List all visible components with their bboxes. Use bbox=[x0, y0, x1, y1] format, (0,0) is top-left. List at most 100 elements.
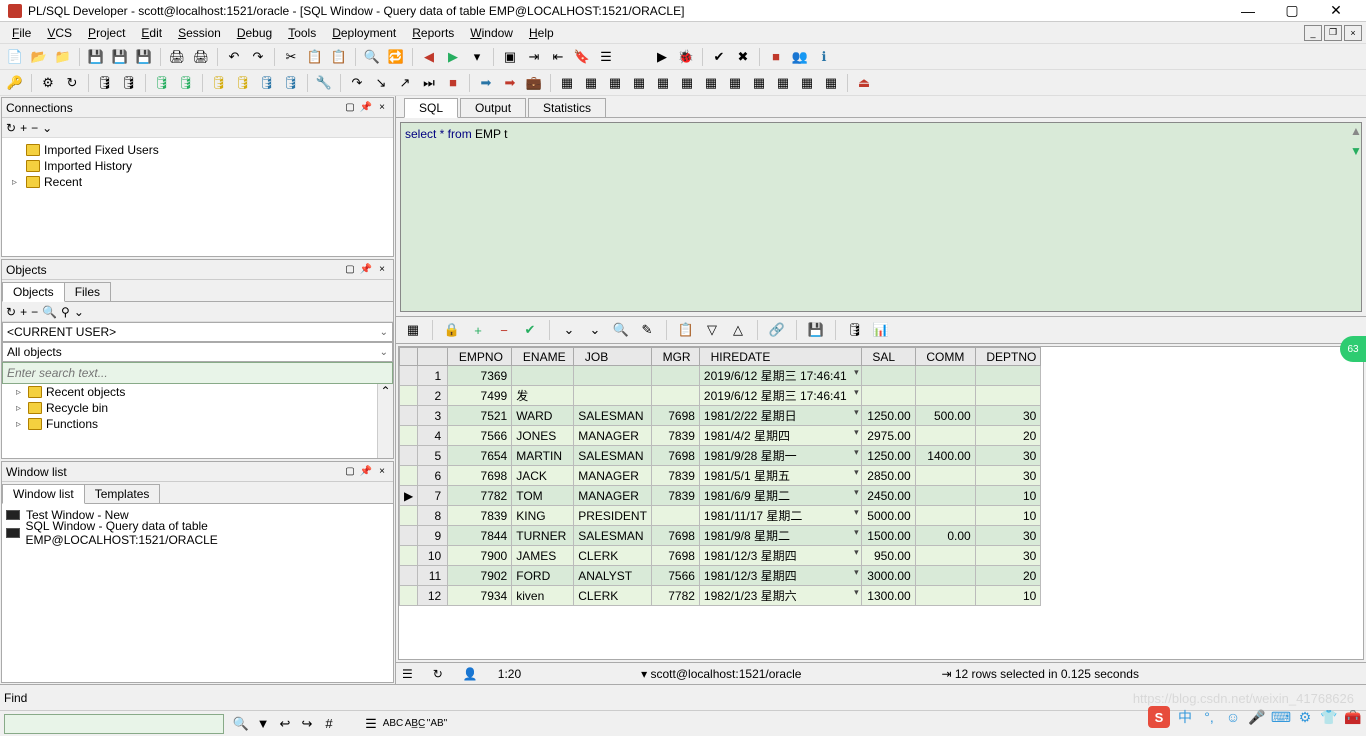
run-red-icon[interactable]: ➡ bbox=[499, 72, 521, 94]
cell-mgr[interactable]: 7698 bbox=[651, 546, 699, 566]
cell-comm[interactable]: 500.00 bbox=[915, 406, 975, 426]
outdent-icon[interactable]: ⇤ bbox=[547, 46, 569, 68]
row-number[interactable]: 9 bbox=[418, 526, 448, 546]
cell-deptno[interactable]: 30 bbox=[975, 526, 1041, 546]
row-indicator[interactable] bbox=[400, 506, 418, 526]
session-icon[interactable]: 👥 bbox=[789, 46, 811, 68]
execute-icon[interactable]: ▶ bbox=[651, 46, 673, 68]
cell-empno[interactable]: 7782 bbox=[448, 486, 512, 506]
grid4-icon[interactable]: ▦ bbox=[628, 72, 650, 94]
replace-icon[interactable]: 🔁 bbox=[385, 46, 407, 68]
conn-refresh-icon[interactable]: ↻ bbox=[6, 121, 16, 135]
mdi-restore-button[interactable]: ❐ bbox=[1324, 25, 1342, 41]
row-number[interactable]: 10 bbox=[418, 546, 448, 566]
col-job[interactable]: JOB bbox=[574, 348, 652, 366]
menu-vcs[interactable]: VCS bbox=[39, 24, 80, 42]
save-as-icon[interactable]: 💾 bbox=[133, 46, 155, 68]
menu-window[interactable]: Window bbox=[462, 24, 521, 42]
find-abc-icon[interactable]: ABC bbox=[382, 713, 404, 735]
search-icon[interactable]: 🔍 bbox=[610, 319, 632, 341]
cell-sal[interactable]: 2850.00 bbox=[861, 466, 915, 486]
cell-empno[interactable]: 7521 bbox=[448, 406, 512, 426]
obj-find-icon[interactable]: 🔍 bbox=[42, 305, 57, 319]
cell-ename[interactable]: TOM bbox=[512, 486, 574, 506]
undo-icon[interactable]: ↶ bbox=[223, 46, 245, 68]
sogou-icon[interactable]: S bbox=[1148, 706, 1170, 728]
row-indicator[interactable] bbox=[400, 366, 418, 386]
cell-sal[interactable]: 1250.00 bbox=[861, 406, 915, 426]
cell-empno[interactable]: 7934 bbox=[448, 586, 512, 606]
cell-job[interactable]: CLERK bbox=[574, 586, 652, 606]
open-icon[interactable]: 📂 bbox=[28, 46, 50, 68]
obj-close-icon[interactable]: × bbox=[375, 263, 389, 277]
row-indicator[interactable] bbox=[400, 426, 418, 446]
cell-ename[interactable]: KING bbox=[512, 506, 574, 526]
menu-file[interactable]: File bbox=[4, 24, 39, 42]
cell-hiredate[interactable]: 1981/4/2 星期四 bbox=[699, 426, 861, 446]
menu-session[interactable]: Session bbox=[170, 24, 229, 42]
find-ab-icon[interactable]: "AB" bbox=[426, 713, 448, 735]
cell-hiredate[interactable]: 1981/2/22 星期日 bbox=[699, 406, 861, 426]
cell-comm[interactable] bbox=[915, 486, 975, 506]
cell-ename[interactable]: FORD bbox=[512, 566, 574, 586]
col-hiredate[interactable]: HIREDATE bbox=[699, 348, 861, 366]
disk-blue2-icon[interactable]: 🛢 bbox=[280, 72, 302, 94]
copy-grid-icon[interactable]: 📋 bbox=[675, 319, 697, 341]
cell-empno[interactable]: 7839 bbox=[448, 506, 512, 526]
emoji-icon[interactable]: ☺ bbox=[1224, 708, 1242, 726]
cell-job[interactable]: MANAGER bbox=[574, 466, 652, 486]
cell-ename[interactable]: JAMES bbox=[512, 546, 574, 566]
current-user-combo[interactable]: <CURRENT USER>⌄ bbox=[2, 322, 393, 342]
cell-comm[interactable] bbox=[915, 586, 975, 606]
keyboard-icon[interactable]: ⌨ bbox=[1272, 708, 1290, 726]
cell-deptno[interactable]: 30 bbox=[975, 446, 1041, 466]
db-icon[interactable]: 🛢 bbox=[94, 72, 116, 94]
find-down-icon[interactable]: ▼ bbox=[252, 713, 274, 735]
find-prev-icon[interactable]: ↩ bbox=[274, 713, 296, 735]
cell-job[interactable]: CLERK bbox=[574, 546, 652, 566]
close-button[interactable]: ✕ bbox=[1314, 0, 1358, 22]
win-dock-icon[interactable]: ▢ bbox=[343, 465, 357, 479]
cell-sal[interactable] bbox=[861, 386, 915, 406]
cell-sal[interactable]: 2450.00 bbox=[861, 486, 915, 506]
cell-mgr[interactable] bbox=[651, 386, 699, 406]
cell-deptno[interactable]: 30 bbox=[975, 466, 1041, 486]
print-icon[interactable]: 🖨 bbox=[166, 46, 188, 68]
conn-node[interactable]: ▹Recent bbox=[6, 174, 389, 190]
panel-dock-icon[interactable]: ▢ bbox=[343, 101, 357, 115]
chart-icon[interactable]: 📊 bbox=[870, 319, 892, 341]
sql-editor[interactable]: select * from EMP t bbox=[400, 122, 1362, 312]
cell-hiredate[interactable]: 1982/1/23 星期六 bbox=[699, 586, 861, 606]
row-indicator[interactable] bbox=[400, 586, 418, 606]
row-number[interactable]: 1 bbox=[418, 366, 448, 386]
menu-reports[interactable]: Reports bbox=[404, 24, 462, 42]
list-icon[interactable]: ☰ bbox=[595, 46, 617, 68]
conn-node[interactable]: Imported History bbox=[6, 158, 389, 174]
cell-job[interactable]: SALESMAN bbox=[574, 446, 652, 466]
cell-empno[interactable]: 7369 bbox=[448, 366, 512, 386]
disk-yellow2-icon[interactable]: 🛢 bbox=[232, 72, 254, 94]
obj-refresh-icon[interactable]: ↻ bbox=[6, 305, 16, 319]
filter-icon[interactable]: ⌄ bbox=[558, 319, 580, 341]
cell-comm[interactable] bbox=[915, 426, 975, 446]
disk-yellow-icon[interactable]: 🛢 bbox=[208, 72, 230, 94]
col-sal[interactable]: SAL bbox=[861, 348, 915, 366]
grid7-icon[interactable]: ▦ bbox=[700, 72, 722, 94]
cell-deptno[interactable] bbox=[975, 386, 1041, 406]
row-number[interactable]: 6 bbox=[418, 466, 448, 486]
row-indicator[interactable]: ▶ bbox=[400, 486, 418, 506]
cell-mgr[interactable]: 7839 bbox=[651, 486, 699, 506]
edit-icon[interactable]: ✎ bbox=[636, 319, 658, 341]
row-number[interactable]: 4 bbox=[418, 426, 448, 446]
row-indicator[interactable] bbox=[400, 386, 418, 406]
obj-remove-icon[interactable]: − bbox=[31, 305, 38, 319]
new-icon[interactable]: 📄 bbox=[4, 46, 26, 68]
cell-comm[interactable] bbox=[915, 386, 975, 406]
row-indicator[interactable] bbox=[400, 466, 418, 486]
cell-mgr[interactable]: 7839 bbox=[651, 426, 699, 446]
step-run-icon[interactable]: ⏭ bbox=[418, 72, 440, 94]
cell-comm[interactable] bbox=[915, 546, 975, 566]
grid3-icon[interactable]: ▦ bbox=[604, 72, 626, 94]
grid12-icon[interactable]: ▦ bbox=[820, 72, 842, 94]
cut-icon[interactable]: ✂ bbox=[280, 46, 302, 68]
